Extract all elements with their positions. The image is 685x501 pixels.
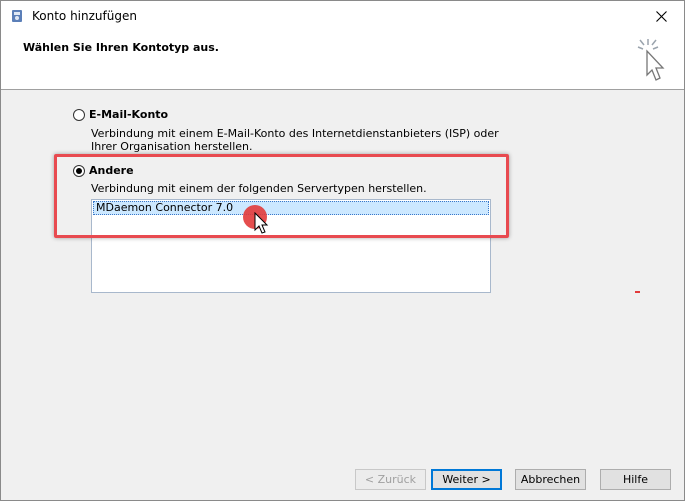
- cancel-button[interactable]: Abbrechen: [515, 469, 586, 490]
- annotation-highlight-box: [54, 154, 509, 238]
- back-button[interactable]: < Zurück: [355, 469, 426, 490]
- wizard-header: Wählen Sie Ihren Kontotyp aus.: [1, 31, 684, 90]
- email-account-radio[interactable]: [73, 109, 85, 121]
- next-button[interactable]: Weiter >: [431, 469, 502, 490]
- help-button[interactable]: Hilfe: [600, 469, 671, 490]
- window-title: Konto hinzufügen: [32, 9, 137, 23]
- close-icon: [655, 10, 667, 22]
- annotation-mark: [635, 291, 640, 293]
- email-account-description: Verbindung mit einem E-Mail-Konto des In…: [91, 127, 499, 153]
- title-bar: Konto hinzufügen: [1, 1, 684, 31]
- dialog-window: Konto hinzufügen Wählen Sie Ihren Kontot…: [0, 0, 685, 501]
- app-icon: [9, 8, 25, 24]
- page-heading: Wählen Sie Ihren Kontotyp aus.: [23, 41, 219, 54]
- wizard-cursor-icon: [634, 37, 670, 85]
- mouse-pointer-icon: [254, 211, 270, 239]
- email-account-label: E-Mail-Konto: [89, 108, 169, 121]
- close-button[interactable]: [638, 1, 684, 31]
- button-bar: < Zurück Weiter > Abbrechen Hilfe: [1, 459, 684, 500]
